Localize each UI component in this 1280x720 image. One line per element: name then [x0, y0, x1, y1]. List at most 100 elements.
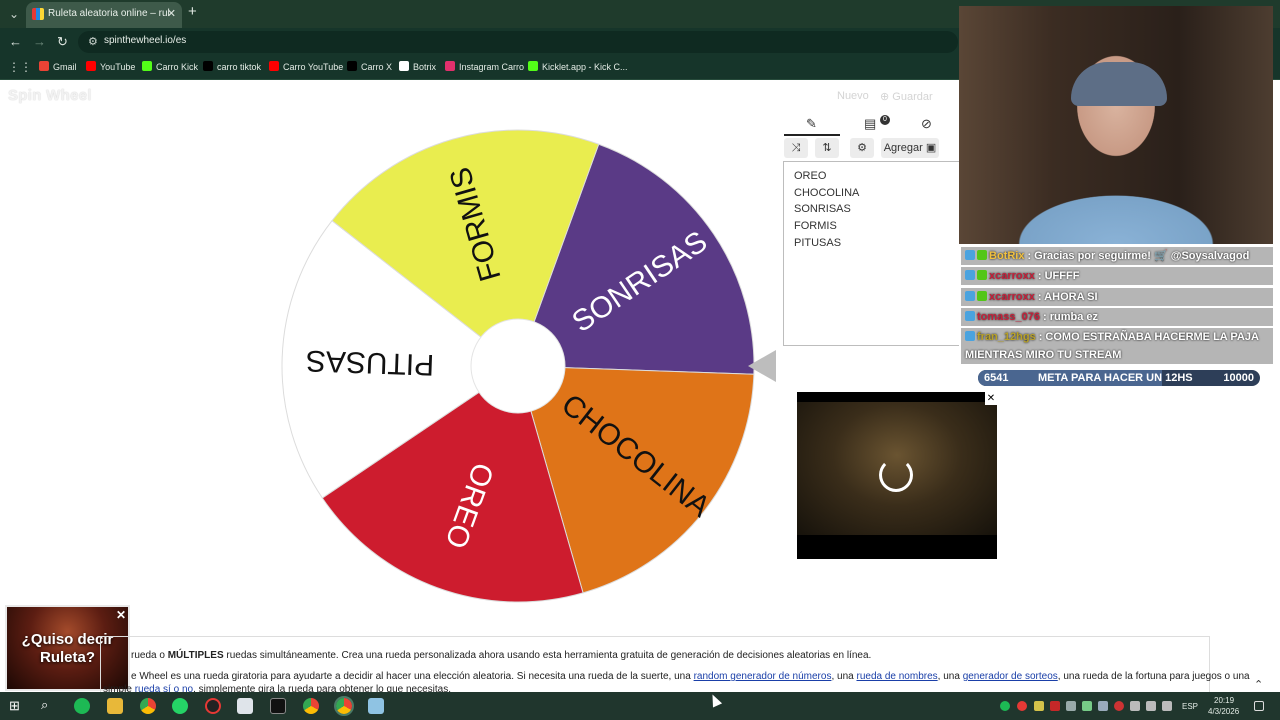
tray-settings-icon[interactable] [1098, 701, 1108, 711]
url-text: spinthewheel.io/es [104, 35, 187, 46]
sort-icon[interactable]: ⇅ [815, 138, 839, 158]
image-icon: ▣ [925, 142, 937, 154]
chat-username: fran_12hgs [977, 331, 1036, 343]
volume-icon[interactable] [1146, 701, 1156, 711]
tab-hide-eye-icon[interactable]: ⊘ [921, 116, 932, 132]
tray-shield-icon[interactable] [1050, 701, 1060, 711]
spin-wheel[interactable]: SONRISASCHOCOLINAOREOPITUSASFORMIS [280, 128, 756, 604]
whatsapp-icon[interactable] [172, 698, 188, 714]
chat-username: xcarroxx [989, 270, 1035, 282]
goal-label: META PARA HACER UN 12HS [1038, 372, 1193, 384]
entry-item[interactable]: CHOCOLINA [794, 185, 959, 202]
tray-app-icon[interactable] [1034, 701, 1044, 711]
webcam-person [1071, 62, 1167, 106]
chat-username: xcarroxx [989, 291, 1035, 303]
bookmark-item[interactable]: carro tiktok [203, 61, 261, 72]
save-link[interactable]: ⊕ Guardar [880, 90, 933, 103]
tab-edit-pencil-icon[interactable]: ✎ [806, 116, 817, 132]
tray-steam-icon[interactable] [1066, 701, 1076, 711]
clock-date[interactable]: 4/3/2026 [1208, 707, 1239, 716]
bookmark-item[interactable]: Kicklet.app - Kick C... [528, 61, 628, 72]
chrome-active-icon[interactable] [334, 696, 354, 716]
chat-platform-icon [965, 331, 975, 341]
file-explorer-icon[interactable] [107, 698, 123, 714]
suggestion-close-icon[interactable]: ✕ [116, 608, 126, 622]
bookmark-item[interactable]: Carro X [347, 61, 392, 72]
chat-platform-icon [965, 311, 975, 321]
new-tab-button[interactable]: + [188, 3, 197, 20]
desc2-sep1: , una [831, 671, 857, 682]
browser-tab[interactable]: Ruleta aleatoria online – rul ✕ [26, 2, 182, 28]
capcut-icon[interactable] [270, 698, 286, 714]
settings-gear-icon[interactable]: ⚙ [850, 138, 874, 158]
bookmark-favicon-icon [39, 61, 49, 71]
chat-platform-icon [965, 250, 975, 260]
chat-message: tomass_076: rumba ez [961, 308, 1273, 326]
desc2-pre: e Wheel es una rueda giratoria para ayud… [131, 671, 694, 682]
wheel-center-hub[interactable] [470, 318, 566, 414]
pen-icon[interactable] [1162, 701, 1172, 711]
bookmark-favicon-icon [203, 61, 213, 71]
link-raffle-generator[interactable]: generador de sorteos [963, 671, 1058, 682]
app-generic-icon[interactable] [368, 698, 384, 714]
chrome-icon[interactable] [140, 698, 156, 714]
shuffle-icon[interactable]: ⤨ [784, 138, 808, 158]
entries-count-badge: 0 [880, 115, 890, 125]
bookmark-favicon-icon [445, 61, 455, 71]
site-info-icon[interactable]: ⚙ [88, 35, 98, 48]
bookmark-item[interactable]: Botrix [399, 61, 436, 72]
language-indicator[interactable]: ESP [1182, 702, 1198, 711]
entry-item[interactable]: FORMIS [794, 218, 959, 235]
windows-start-icon[interactable]: ⊞ [9, 698, 20, 714]
tab-title: Ruleta aleatoria online – rul [48, 8, 170, 19]
tray-network-app-icon[interactable] [1082, 701, 1092, 711]
entry-item[interactable]: SONRISAS [794, 201, 959, 218]
back-icon[interactable]: ← [9, 34, 22, 49]
calendar-app-icon[interactable] [237, 698, 253, 714]
chat-text: : rumba ez [1043, 311, 1099, 323]
bookmark-label: Instagram Carro [459, 62, 525, 72]
entries-textarea[interactable]: OREO CHOCOLINA SONRISAS FORMIS PITUSAS [783, 161, 959, 346]
tray-obs-icon[interactable] [1017, 701, 1027, 711]
reload-icon[interactable]: ↻ [57, 34, 68, 50]
video-ad[interactable]: ✕ [797, 392, 997, 559]
tab-close-icon[interactable]: ✕ [167, 2, 176, 26]
forward-icon[interactable]: → [33, 34, 46, 49]
link-random-number-generator[interactable]: random generador de números [694, 671, 832, 682]
tray-device-icon[interactable] [1130, 701, 1140, 711]
chrome-profile-2-icon[interactable] [303, 698, 319, 714]
description-line-1: rueda o MÚLTIPLES ruedas simultáneamente… [131, 650, 871, 661]
clock-time[interactable]: 20:19 [1214, 696, 1234, 705]
entry-item[interactable]: PITUSAS [794, 235, 959, 252]
bookmark-favicon-icon [269, 61, 279, 71]
notifications-icon[interactable] [1254, 701, 1264, 711]
scroll-up-icon[interactable]: ⌃ [1254, 678, 1263, 691]
link-name-wheel[interactable]: rueda de nombres [856, 671, 937, 682]
bookmark-label: Carro YouTube [283, 62, 344, 72]
entry-item[interactable]: OREO [794, 168, 959, 185]
webcam-overlay [959, 6, 1273, 244]
tray-record-icon[interactable] [1114, 701, 1124, 711]
tab-entries-clipboard-icon[interactable]: ▤ [864, 116, 876, 132]
desc2-sep2: , una [937, 671, 963, 682]
search-icon[interactable]: ⌕ [41, 697, 48, 713]
bookmark-item[interactable]: Instagram Carro [445, 61, 524, 72]
bookmark-item[interactable]: Carro Kick [142, 61, 198, 72]
site-logo[interactable]: Spin Wheel [8, 87, 92, 104]
url-field[interactable]: ⚙ spinthewheel.io/es [78, 31, 958, 53]
tray-spotify-icon[interactable] [1000, 701, 1010, 711]
spotify-icon[interactable] [74, 698, 90, 714]
tab-search-icon[interactable]: ⌄ [4, 4, 24, 24]
bookmark-item[interactable]: YouTube [86, 61, 135, 72]
ad-close-icon[interactable]: ✕ [985, 392, 997, 405]
add-image-button[interactable]: Agregar ▣ [881, 138, 939, 158]
desc1-pre: rueda o [131, 650, 168, 661]
desc2-post: , una rueda de la fortuna para juegos o … [1057, 671, 1250, 682]
chat-badge-icon [977, 270, 987, 280]
bookmark-item[interactable]: Gmail [39, 61, 77, 72]
obs-icon[interactable] [205, 698, 221, 714]
apps-grid-icon[interactable]: ⋮⋮ [8, 60, 32, 74]
replay-icon[interactable] [879, 458, 913, 492]
new-wheel-link[interactable]: Nuevo [837, 90, 869, 102]
bookmark-item[interactable]: Carro YouTube [269, 61, 343, 72]
